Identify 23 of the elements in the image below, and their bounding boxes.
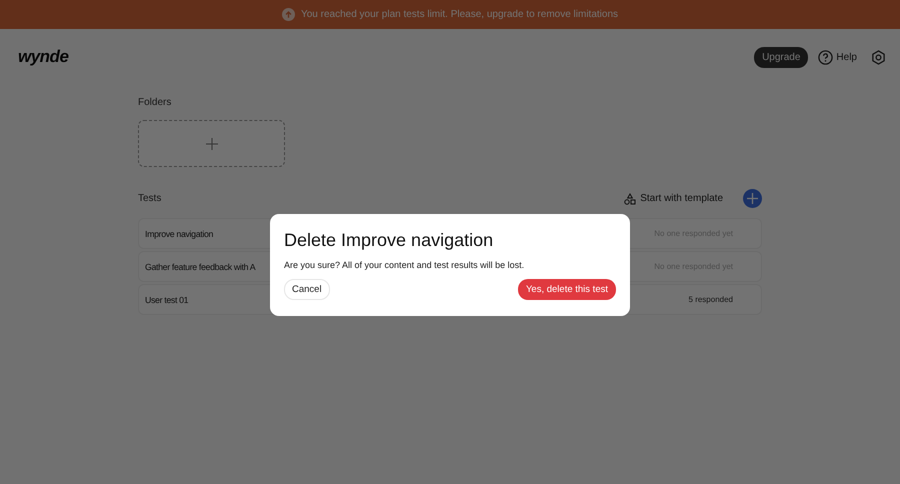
cancel-button[interactable]: Cancel (284, 279, 330, 300)
shapes-icon (624, 192, 636, 204)
upgrade-button[interactable]: Upgrade (754, 46, 808, 68)
section-title: Folders (138, 97, 172, 108)
section-title: Tests (138, 193, 162, 204)
template-button[interactable]: Start with template (618, 192, 729, 206)
plus-icon (206, 138, 218, 150)
help-link[interactable]: Help (818, 50, 857, 64)
add-test-button[interactable] (743, 189, 762, 208)
plus-icon (747, 193, 758, 204)
response-status: 5 responded (688, 295, 733, 304)
test-name: Gather feature feedback with A (145, 262, 256, 272)
logo[interactable]: wynde (18, 47, 68, 67)
dialog-message: Are you sure? All of your content and test results will be lost. (284, 260, 526, 270)
add-folder-button[interactable] (138, 120, 285, 167)
upload-icon (282, 8, 295, 21)
banner-message: You reached your plan tests limit. Please, upgrade to remove limitations (300, 9, 618, 20)
help-icon (818, 50, 834, 64)
test-name: Improve navigation (145, 228, 214, 238)
dialog-title: Delete Improve navigation (284, 230, 494, 251)
test-name: User test 01 (145, 294, 188, 304)
delete-button[interactable]: Yes, delete this test (518, 279, 616, 300)
settings-icon[interactable] (871, 50, 886, 64)
